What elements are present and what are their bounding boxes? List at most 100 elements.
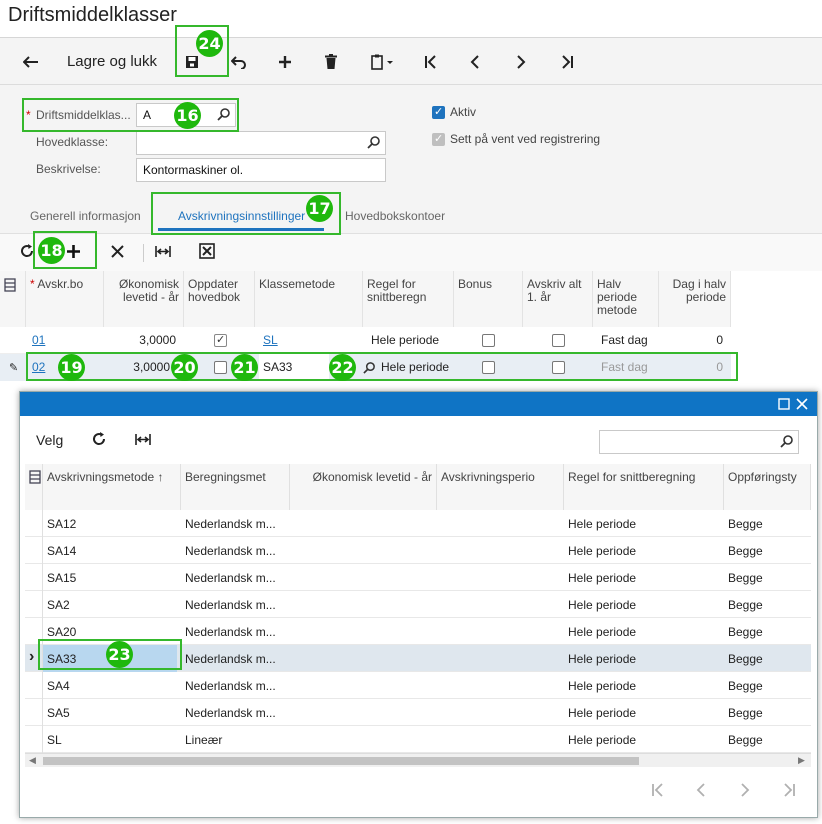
cell-calc[interactable]: Nederlandsk m... [181,537,287,564]
cell-period[interactable] [437,672,561,699]
cell-half-period[interactable]: Fast dag [597,327,659,354]
search-icon[interactable] [780,434,794,448]
fit-columns-button[interactable] [155,245,171,261]
cell-period[interactable] [437,564,561,591]
popup-col-method[interactable]: Avskrivningsmetode ↑ [43,464,181,510]
list-item[interactable]: SA4 Nederlandsk m... Hele periode Begge [25,672,811,699]
select-button[interactable]: Velg [36,432,63,448]
cell-avg-rule[interactable]: Hele periode [564,726,720,753]
active-checkbox[interactable]: ✓ [432,106,445,119]
next-icon[interactable] [740,783,750,797]
row-selector[interactable] [25,510,43,537]
popup-col-life[interactable]: Økonomisk levetid - år [290,464,437,510]
cell-avg-rule[interactable]: Hele periode [564,699,720,726]
cell-calc[interactable]: Nederlandsk m... [181,645,287,672]
list-item[interactable]: SA15 Nederlandsk m... Hele periode Begge [25,564,811,591]
tab-general[interactable]: Generell informasjon [30,209,141,223]
grid-settings-header[interactable] [0,271,26,327]
cell-period[interactable] [437,618,561,645]
col-header-class-method[interactable]: Klassemetode [255,271,363,327]
cell-calc[interactable]: Nederlandsk m... [181,618,287,645]
cell-entry-type[interactable]: Begge [724,537,808,564]
export-excel-button[interactable] [199,243,215,262]
row-selector[interactable] [25,537,43,564]
cell-period[interactable] [437,645,561,672]
horizontal-scrollbar[interactable]: ◀ ▶ [25,753,811,767]
cell-avg-rule[interactable]: Hele periode [564,510,720,537]
col-header-book[interactable]: * Avskr.bo [26,271,104,327]
all-first-year-checkbox[interactable] [552,334,565,347]
cell-avg-rule[interactable]: Hele periode [564,564,720,591]
popup-search-input[interactable] [599,430,799,454]
list-item[interactable]: SA12 Nederlandsk m... Hele periode Begge [25,510,811,537]
bonus-checkbox[interactable] [482,334,495,347]
cell-method[interactable]: SA4 [43,672,177,699]
cell-calc[interactable]: Nederlandsk m... [181,510,287,537]
scroll-left-icon[interactable]: ◀ [29,755,36,766]
grid-delete-button[interactable] [111,245,124,261]
row-selector[interactable] [25,726,43,753]
cell-method[interactable]: SA5 [43,699,177,726]
first-page-icon[interactable] [651,783,665,797]
table-row[interactable]: 01 3,0000 ✓ SL Hele periode Fast dag 0 [0,327,731,354]
last-page-icon[interactable] [782,783,796,797]
cell-life[interactable] [290,726,433,753]
col-header-half-period[interactable]: Halv periode metode [593,271,659,327]
cell-life[interactable] [290,645,433,672]
cell-method[interactable]: SL [43,726,177,753]
list-item[interactable]: SA14 Nederlandsk m... Hele periode Begge [25,537,811,564]
cell-method[interactable]: SA14 [43,537,177,564]
cell-period[interactable] [437,510,561,537]
popup-col-entry-type[interactable]: Oppføringsty [724,464,811,510]
row-selector[interactable] [25,591,43,618]
scrollbar-thumb[interactable] [43,757,639,765]
cell-calc[interactable]: Nederlandsk m... [181,591,287,618]
cell-life[interactable]: 3,0000 [104,327,180,354]
cell-life[interactable] [290,591,433,618]
prev-button[interactable] [462,38,488,85]
prev-icon[interactable] [696,783,706,797]
cell-avg-rule[interactable]: Hele periode [564,537,720,564]
popup-fit-columns-button[interactable] [135,433,151,449]
popup-col-calc[interactable]: Beregningsmet [181,464,290,510]
close-icon[interactable] [796,398,808,410]
tab-gl-accounts[interactable]: Hovedbokskontoer [345,209,445,223]
popup-col-period[interactable]: Avskrivningsperio [437,464,564,510]
cell-period[interactable] [437,699,561,726]
popup-col-avg-rule[interactable]: Regel for snittberegning [564,464,724,510]
update-gl-checkbox[interactable]: ✓ [214,334,227,347]
cell-entry-type[interactable]: Begge [724,726,808,753]
cell-class-method[interactable]: SL [259,327,359,354]
list-item[interactable]: SL Lineær Hele periode Begge [25,726,811,753]
col-header-avg-rule[interactable]: Regel for snittberegn [363,271,454,327]
col-header-day-half[interactable]: Dag i halv periode [659,271,731,327]
popup-grid-settings-header[interactable] [25,464,43,510]
cell-avg-rule[interactable]: Hele periode [564,591,720,618]
search-icon[interactable] [367,135,381,149]
col-header-all-first-year[interactable]: Avskriv alt 1. år [523,271,593,327]
cell-method[interactable]: SA12 [43,510,177,537]
cell-entry-type[interactable]: Begge [724,618,808,645]
list-item[interactable]: SA5 Nederlandsk m... Hele periode Begge [25,699,811,726]
maximize-icon[interactable] [778,398,790,410]
cell-life[interactable] [290,672,433,699]
cell-calc[interactable]: Lineær [181,726,287,753]
cell-life[interactable] [290,699,433,726]
cell-entry-type[interactable]: Begge [724,672,808,699]
cell-entry-type[interactable]: Begge [724,699,808,726]
save-close-button[interactable]: Lagre og lukk [60,38,164,85]
hold-checkbox[interactable]: ✓ [432,133,445,146]
cell-avg-rule[interactable]: Hele periode [564,618,720,645]
back-button[interactable] [16,38,46,85]
cell-avg-rule[interactable]: Hele periode [367,327,453,354]
cell-calc[interactable]: Nederlandsk m... [181,699,287,726]
row-selector[interactable] [25,699,43,726]
add-button[interactable] [272,38,298,85]
col-header-bonus[interactable]: Bonus [454,271,523,327]
cell-calc[interactable]: Nederlandsk m... [181,564,287,591]
cell-avg-rule[interactable]: Hele periode [564,645,720,672]
last-page-button[interactable] [554,38,580,85]
list-item[interactable]: SA2 Nederlandsk m... Hele periode Begge [25,591,811,618]
cell-period[interactable] [437,537,561,564]
cell-method[interactable]: SA2 [43,591,177,618]
